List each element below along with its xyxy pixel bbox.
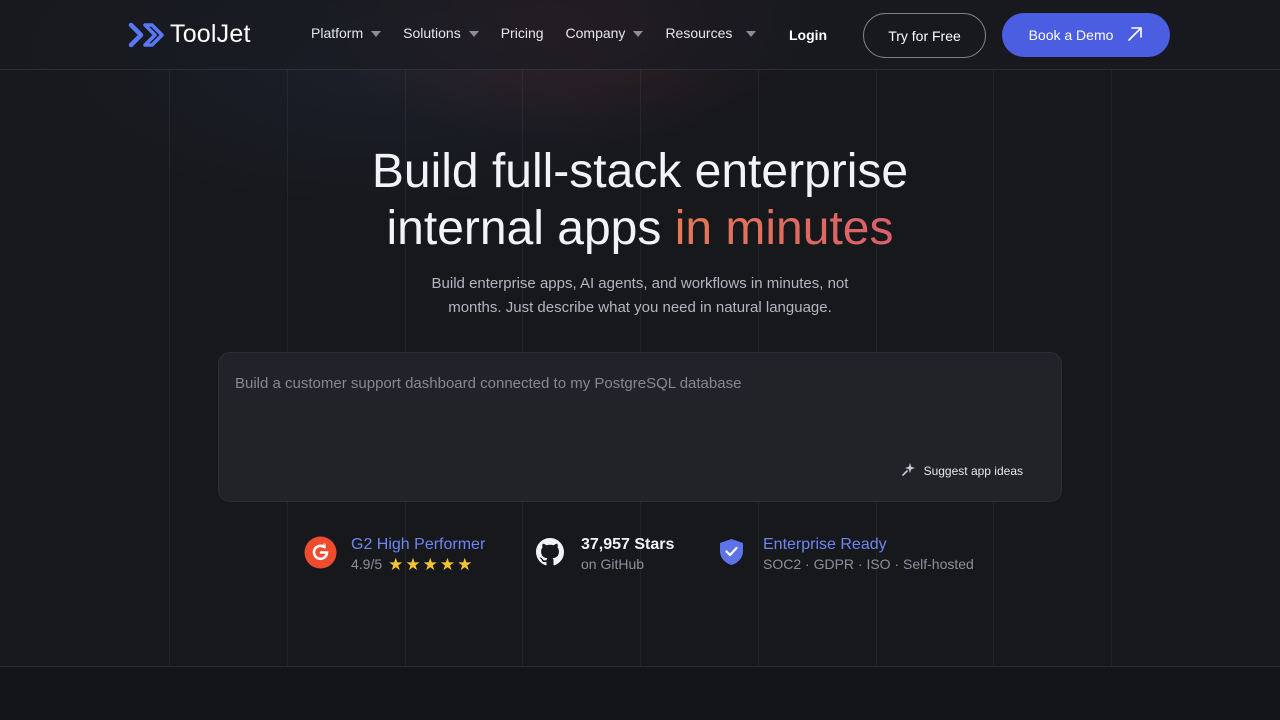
star-rating: ★ ★ ★ ★ ★ <box>388 556 472 573</box>
enterprise-badge-text: Enterprise Ready SOC2 · GDPR · ISO · Sel… <box>763 535 974 574</box>
g2-badge-title: G2 High Performer <box>351 536 486 553</box>
github-icon <box>536 538 564 571</box>
main-menu: Platform Solutions Pricing Company Resou… <box>311 25 757 41</box>
star-icon: ★ <box>388 554 404 574</box>
hero-title-line2: internal apps <box>386 202 675 255</box>
github-badge[interactable]: 37,957 Stars on GitHub <box>536 535 674 574</box>
login-link[interactable]: Login <box>789 27 827 43</box>
sparkle-icon <box>901 462 916 479</box>
logo-text: ToolJet <box>170 20 251 48</box>
hero-subtitle: Build enterprise apps, AI agents, and wo… <box>431 275 849 316</box>
suggest-app-ideas-button[interactable]: Suggest app ideas <box>901 462 1023 479</box>
caret-down-icon <box>633 30 644 37</box>
star-icon: ★ <box>405 554 421 574</box>
g2-rating-value: 4.9/5 <box>351 556 383 572</box>
arrow-up-right-icon <box>1127 26 1143 45</box>
caret-down-icon <box>468 30 479 37</box>
g2-badge[interactable]: 2 G2 High Performer 4.9/5 ★ ★ ★ ★ ★ <box>304 535 485 574</box>
nav-item-label: Platform <box>311 25 364 41</box>
enterprise-badge-title: Enterprise Ready <box>763 536 887 553</box>
top-navigation: ToolJet Platform Solutions Pricing Compa… <box>0 0 1280 70</box>
g2-badge-text: G2 High Performer 4.9/5 ★ ★ ★ ★ ★ <box>351 535 485 574</box>
nav-item-resources[interactable]: Resources <box>665 25 757 41</box>
book-a-demo-button[interactable]: Book a Demo <box>1002 13 1170 57</box>
try-for-free-label: Try for Free <box>888 27 961 44</box>
nav-item-label: Resources <box>665 25 733 41</box>
star-icon: ★ <box>439 554 456 574</box>
tooljet-logo-icon <box>128 21 164 49</box>
suggest-app-ideas-label: Suggest app ideas <box>923 463 1023 478</box>
star-icon: ★ <box>457 554 473 574</box>
try-for-free-button[interactable]: Try for Free <box>863 13 986 58</box>
github-badge-text: 37,957 Stars on GitHub <box>581 535 674 574</box>
hero-title-accent: in minutes <box>674 202 894 255</box>
enterprise-badge-subtitle: SOC2 · GDPR · ISO · Self-hosted <box>763 556 974 572</box>
star-icon: ★ <box>422 554 438 574</box>
prompt-box: Suggest app ideas <box>218 352 1062 502</box>
hero-title: Build full-stack enterprise internal app… <box>0 143 1280 257</box>
g2-logo-icon: 2 <box>304 536 337 574</box>
shield-check-icon <box>719 538 744 571</box>
nav-item-solutions[interactable]: Solutions <box>403 25 479 41</box>
nav-item-label: Pricing <box>500 25 544 41</box>
caret-down-icon <box>371 30 382 37</box>
enterprise-badge[interactable]: Enterprise Ready SOC2 · GDPR · ISO · Sel… <box>719 535 974 574</box>
g2-badge-rating-row: 4.9/5 ★ ★ ★ ★ ★ <box>351 554 485 574</box>
logo[interactable]: ToolJet <box>128 20 251 49</box>
prompt-input[interactable] <box>235 375 1035 455</box>
hero-title-line1: Build full-stack enterprise <box>371 145 909 198</box>
next-section <box>0 667 1280 720</box>
nav-item-platform[interactable]: Platform <box>311 25 382 41</box>
caret-down-icon <box>746 30 757 37</box>
nav-item-company[interactable]: Company <box>566 25 644 41</box>
nav-item-pricing[interactable]: Pricing <box>501 25 544 41</box>
nav-item-label: Company <box>565 25 626 41</box>
nav-item-label: Solutions <box>403 25 461 41</box>
github-stars-count: 37,957 Stars <box>581 536 675 553</box>
book-a-demo-label: Book a Demo <box>1028 27 1114 43</box>
svg-text:2: 2 <box>323 543 327 550</box>
github-badge-subtitle: on GitHub <box>581 556 645 572</box>
